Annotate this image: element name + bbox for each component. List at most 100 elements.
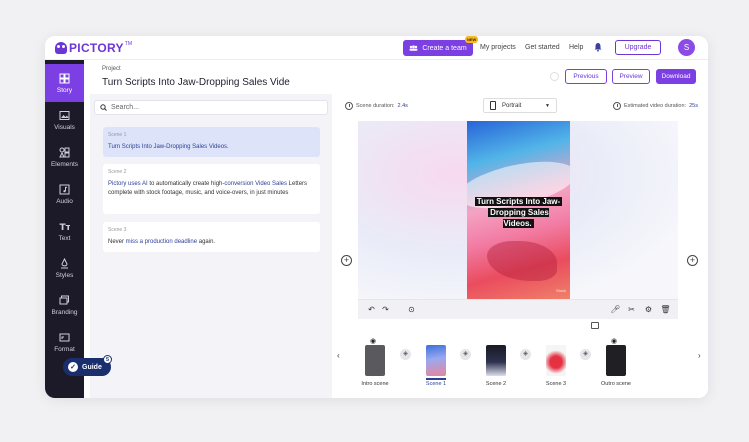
highlight: conversion Video Sales <box>224 181 288 187</box>
saving-spinner-icon <box>550 72 559 81</box>
scene-card-3[interactable]: Scene 3 Never miss a production deadline… <box>103 222 320 252</box>
scene-text[interactable]: Pictory uses AI to automatically create … <box>108 180 315 197</box>
search-input[interactable]: Search... <box>94 100 328 115</box>
eye-hidden-icon[interactable]: ◉ <box>370 337 376 345</box>
video-caption[interactable]: Turn Scripts Into Jaw- Dropping Sales Vi… <box>472 196 565 229</box>
microphone-icon[interactable]: 🎤︎ <box>610 304 621 315</box>
phone-icon <box>490 101 496 110</box>
settings-icon[interactable]: ⚙ <box>643 304 654 315</box>
sidebar-item-label: Elements <box>50 160 79 168</box>
scene-duration[interactable]: Scene duration: 2.4s <box>345 102 408 110</box>
project-title[interactable]: Turn Scripts Into Jaw-Dropping Sales Vid… <box>102 77 290 88</box>
preview-button[interactable]: Preview <box>612 69 650 84</box>
chevron-left-icon[interactable]: ‹ <box>337 351 340 360</box>
eye-hidden-icon[interactable]: ◉ <box>611 337 617 345</box>
transition-icon[interactable]: ◈ <box>460 349 471 360</box>
stock-watermark: Stock <box>555 288 566 293</box>
sidebar-item-visuals[interactable]: Visuals <box>45 101 84 139</box>
sidebar: Story Visuals Elements Audio Tт Text Sty… <box>45 60 84 398</box>
estimated-duration-value: 25s <box>689 103 698 109</box>
text-run: Never <box>108 239 126 245</box>
trademark: TM <box>124 41 133 47</box>
video-controls: ↶ ↷ ⊙ 🎤︎ ✂ ⚙ 🗑︎ <box>358 299 678 319</box>
editor-panel: Scene duration: 2.4s Portrait ▼ Estimate… <box>332 94 708 398</box>
transition-icon[interactable]: ◈ <box>580 349 591 360</box>
scene-text[interactable]: Never miss a production deadline again. <box>108 238 315 247</box>
team-icon <box>409 45 418 51</box>
orientation-select[interactable]: Portrait ▼ <box>483 98 557 113</box>
delete-icon[interactable]: 🗑︎ <box>660 304 671 315</box>
active-indicator <box>426 378 446 380</box>
search-icon <box>100 104 107 111</box>
styles-icon <box>61 257 68 268</box>
filmstrip-scene-2[interactable]: Scene 2 <box>476 339 516 395</box>
scene-filmstrip: ‹ › ◉ Intro scene ◈ Scene 1 ◈ Scene 2 ◈ <box>332 330 708 398</box>
scene-card-1[interactable]: Scene 1 Turn Scripts Into Jaw-Dropping S… <box>103 127 320 157</box>
user-avatar[interactable]: S <box>678 39 695 56</box>
download-button[interactable]: Download <box>656 69 696 84</box>
highlight: miss a production deadline <box>125 239 198 245</box>
filmstrip-intro[interactable]: ◉ Intro scene <box>355 337 395 395</box>
filmstrip-scene-3[interactable]: Scene 3 <box>536 339 576 395</box>
sidebar-item-branding[interactable]: Branding <box>45 286 84 324</box>
text-run: again. <box>197 239 216 245</box>
transition-icon[interactable]: ◈ <box>400 349 411 360</box>
sidebar-item-label: Text <box>58 234 71 242</box>
highlight: Pictory uses AI <box>108 181 148 187</box>
video-frame[interactable]: Turn Scripts Into Jaw- Dropping Sales Vi… <box>467 121 570 299</box>
scene-duration-value: 2.4s <box>397 103 408 109</box>
sidebar-item-label: Format <box>54 345 75 353</box>
music-icon <box>59 184 70 194</box>
filmstrip-outro[interactable]: ◉ Outro scene <box>596 337 636 395</box>
my-projects-link[interactable]: My projects <box>480 44 516 51</box>
top-bar: PICTORY TM Create a team NEW My projects… <box>45 36 708 60</box>
get-started-link[interactable]: Get started <box>525 44 560 51</box>
thumb-label: Outro scene <box>601 381 631 387</box>
scene-text[interactable]: Turn Scripts Into Jaw-Dropping Sales Vid… <box>108 143 315 152</box>
sidebar-item-styles[interactable]: Styles <box>45 249 84 287</box>
scene-label: Scene 1 <box>108 132 127 138</box>
filmstrip-scene-1[interactable]: Scene 1 <box>416 339 456 395</box>
add-scene-before-icon[interactable]: + <box>341 255 352 266</box>
estimated-duration-label: Estimated video duration: <box>624 103 687 109</box>
thumb-label: Scene 1 <box>425 381 447 387</box>
thumb-label: Intro scene <box>361 381 389 387</box>
clock-icon <box>613 102 621 110</box>
search-placeholder: Search... <box>111 104 140 111</box>
caption-line: Dropping Sales Videos. <box>488 208 549 228</box>
new-badge: NEW <box>465 36 479 43</box>
sidebar-item-elements[interactable]: Elements <box>45 138 84 176</box>
play-icon[interactable]: ⊙ <box>406 304 417 315</box>
create-team-button[interactable]: Create a team <box>403 40 473 56</box>
scene-label: Scene 3 <box>108 227 127 233</box>
script-panel: Search... Scene 1 Turn Scripts Into Jaw-… <box>90 94 332 398</box>
scene-duration-label: Scene duration: <box>356 103 395 109</box>
help-link[interactable]: Help <box>569 44 583 51</box>
layout-icon[interactable] <box>591 322 599 329</box>
sidebar-item-story[interactable]: Story <box>45 64 84 102</box>
story-icon <box>59 73 70 83</box>
sidebar-item-text[interactable]: Tт Text <box>45 212 84 250</box>
cut-icon[interactable]: ✂ <box>626 304 637 315</box>
pictory-logo[interactable]: PICTORY TM <box>55 40 132 56</box>
guide-count-badge: 5 <box>103 355 112 364</box>
redo-icon[interactable]: ↷ <box>380 304 391 315</box>
sidebar-item-label: Story <box>56 86 73 94</box>
upgrade-button[interactable]: Upgrade <box>615 40 661 55</box>
chevron-down-icon: ▼ <box>545 103 550 109</box>
add-scene-after-icon[interactable]: + <box>687 255 698 266</box>
sidebar-item-audio[interactable]: Audio <box>45 175 84 213</box>
text-run: to automatically create high- <box>147 181 225 187</box>
preview-canvas: Turn Scripts Into Jaw- Dropping Sales Vi… <box>358 121 678 299</box>
app-window: PICTORY TM Create a team NEW My projects… <box>45 36 708 398</box>
bell-icon[interactable] <box>594 42 602 52</box>
sidebar-item-format[interactable]: Format <box>45 323 84 361</box>
scene-card-2[interactable]: Scene 2 Pictory uses AI to automatically… <box>103 164 320 214</box>
guide-label: Guide <box>82 363 102 371</box>
transition-icon[interactable]: ◈ <box>520 349 531 360</box>
orientation-value: Portrait <box>502 102 522 109</box>
sidebar-item-label: Visuals <box>54 123 75 131</box>
chevron-right-icon[interactable]: › <box>698 351 701 360</box>
previous-button[interactable]: Previous <box>565 69 607 84</box>
undo-icon[interactable]: ↶ <box>366 304 377 315</box>
